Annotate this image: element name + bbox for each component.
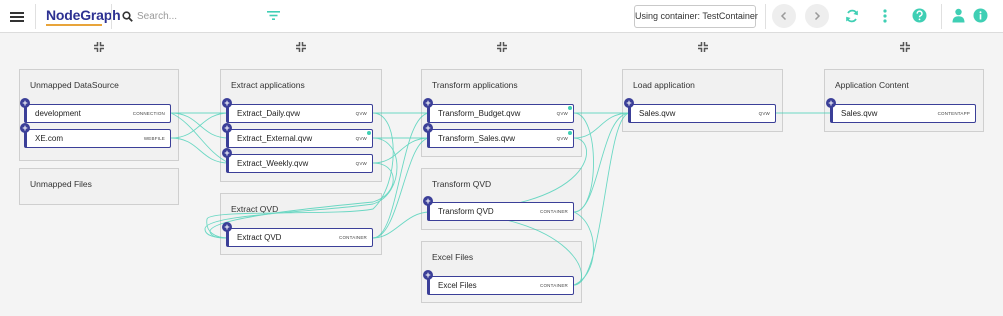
search-icon — [122, 11, 133, 22]
search-input[interactable] — [137, 9, 247, 24]
node-label: development — [35, 109, 81, 118]
collapse-icon[interactable] — [698, 42, 708, 52]
node-label: Extract_Weekly.qvw — [237, 159, 309, 168]
help-icon[interactable] — [912, 8, 927, 23]
user-icon[interactable] — [952, 8, 965, 23]
node-type: WEBFILE — [143, 136, 165, 141]
add-icon[interactable]: + — [20, 98, 30, 108]
node-type: QVW — [556, 136, 568, 141]
divider — [765, 4, 766, 29]
node-type: QVW — [355, 161, 367, 166]
app-logo[interactable]: NodeGraph — [46, 7, 121, 23]
collapse-icon[interactable] — [296, 42, 306, 52]
group-title: Excel Files — [432, 252, 474, 262]
chevron-left-icon — [780, 11, 787, 21]
group-unmapped-files[interactable]: Unmapped Files — [19, 168, 179, 205]
group-title: Load application — [633, 80, 695, 90]
collapse-icon[interactable] — [497, 42, 507, 52]
group-title: Unmapped Files — [30, 179, 92, 189]
node-label: Transform QVD — [438, 207, 494, 216]
node-transform-qvd[interactable]: + Transform QVD CONTAINER — [423, 196, 574, 221]
node-label: Sales.qvw — [841, 109, 878, 118]
node-xe-com[interactable]: + XE.com WEBFILE — [20, 123, 171, 148]
group-title: Extract QVD — [231, 204, 279, 214]
add-icon[interactable]: + — [826, 98, 836, 108]
node-type: QVW — [758, 111, 770, 116]
group-title: Application Content — [835, 80, 909, 90]
graph-canvas[interactable]: Unmapped DataSource Unmapped Files Extra… — [0, 34, 1003, 316]
logo-underline — [46, 24, 102, 26]
node-type: QVW — [355, 136, 367, 141]
collapse-icon[interactable] — [900, 42, 910, 52]
status-dot — [568, 106, 572, 110]
group-title: Extract applications — [231, 80, 305, 90]
divider — [111, 4, 112, 29]
node-type: QVW — [556, 111, 568, 116]
node-label: Transform_Sales.qvw — [438, 134, 516, 143]
node-extract-weekly[interactable]: + Extract_Weekly.qvw QVW — [222, 148, 373, 173]
node-type: QVW — [355, 111, 367, 116]
add-icon[interactable]: + — [423, 123, 433, 133]
group-title: Unmapped DataSource — [30, 80, 119, 90]
forward-button[interactable] — [805, 4, 829, 28]
node-excel-files[interactable]: + Excel Files CONTAINER — [423, 270, 574, 295]
info-icon[interactable] — [973, 8, 988, 23]
node-label: Excel Files — [438, 281, 477, 290]
group-title: Transform QVD — [432, 179, 492, 189]
add-icon[interactable]: + — [222, 222, 232, 232]
node-transform-budget[interactable]: + Transform_Budget.qvw QVW — [423, 98, 574, 123]
container-selector-button[interactable]: Using container: TestContainer — [634, 5, 758, 28]
node-type: CONTENTAPP — [937, 111, 970, 116]
node-label: Transform_Budget.qvw — [438, 109, 521, 118]
node-type: CONTAINER — [540, 209, 568, 214]
node-type: CONTAINER — [540, 283, 568, 288]
add-icon[interactable]: + — [20, 123, 30, 133]
refresh-icon[interactable] — [845, 8, 859, 24]
node-type: CONTAINER — [339, 235, 367, 240]
menu-icon[interactable] — [10, 12, 24, 22]
node-extract-daily[interactable]: + Extract_Daily.qvw QVW — [222, 98, 373, 123]
node-label: Sales.qvw — [639, 109, 676, 118]
more-vert-icon[interactable] — [882, 8, 888, 24]
node-extract-external[interactable]: + Extract_External.qvw QVW — [222, 123, 373, 148]
node-development[interactable]: + development CONNECTION — [20, 98, 171, 123]
add-icon[interactable]: + — [222, 98, 232, 108]
add-icon[interactable]: + — [423, 196, 433, 206]
divider — [35, 4, 36, 29]
node-extract-qvd[interactable]: + Extract QVD CONTAINER — [222, 222, 373, 247]
add-icon[interactable]: + — [222, 148, 232, 158]
node-label: Extract_Daily.qvw — [237, 109, 300, 118]
node-label: Extract QVD — [237, 233, 282, 242]
add-icon[interactable]: + — [423, 98, 433, 108]
node-label: Extract_External.qvw — [237, 134, 313, 143]
chevron-right-icon — [814, 11, 821, 21]
back-button[interactable] — [772, 4, 796, 28]
group-title: Transform applications — [432, 80, 518, 90]
status-dot — [367, 131, 371, 135]
toolbar: NodeGraph Using container: TestContainer — [0, 0, 1003, 33]
add-icon[interactable]: + — [222, 123, 232, 133]
node-type: CONNECTION — [132, 111, 165, 116]
add-icon[interactable]: + — [423, 270, 433, 280]
status-dot — [568, 131, 572, 135]
node-label: XE.com — [35, 134, 64, 143]
filter-icon[interactable] — [267, 10, 280, 21]
node-content-sales[interactable]: + Sales.qvw CONTENTAPP — [826, 98, 976, 123]
collapse-icon[interactable] — [94, 42, 104, 52]
add-icon[interactable]: + — [624, 98, 634, 108]
node-transform-sales[interactable]: + Transform_Sales.qvw QVW — [423, 123, 574, 148]
node-load-sales[interactable]: + Sales.qvw QVW — [624, 98, 776, 123]
divider — [941, 4, 942, 29]
